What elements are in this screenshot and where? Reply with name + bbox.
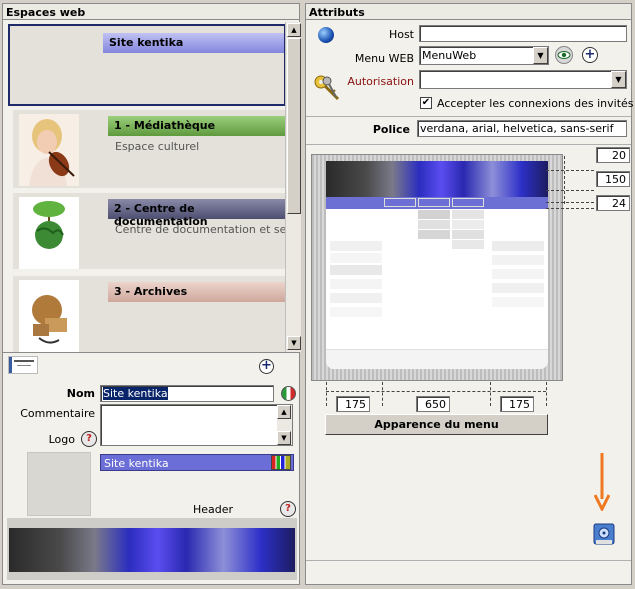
menu-appearance-button[interactable]: Apparence du menu <box>325 414 548 435</box>
web-spaces-panel-title: Espaces web <box>3 4 299 20</box>
preview-page <box>326 161 548 369</box>
comment-scroll-down[interactable]: ▼ <box>277 431 291 445</box>
list-item-mediatheque[interactable]: 1 - Médiathèque Espace culturel <box>13 110 287 188</box>
comment-scrollbar[interactable]: ▲ ▼ <box>277 405 292 445</box>
header-image-frame <box>7 518 297 580</box>
police-label: Police <box>372 123 410 136</box>
menu-web-select[interactable]: MenuWeb ▼ <box>419 46 549 65</box>
header-label: Header <box>192 503 233 516</box>
header-height-input[interactable]: 20 <box>596 147 630 163</box>
list-item-title: 1 - Médiathèque <box>108 116 287 136</box>
small-logo-preview <box>8 356 38 374</box>
chevron-down-icon[interactable]: ▼ <box>533 47 548 64</box>
comment-scroll-up[interactable]: ▲ <box>277 405 291 419</box>
guide-line <box>326 382 327 406</box>
list-item-centre-documentation[interactable]: 2 - Centre de documentation Centre de do… <box>13 193 287 269</box>
style-selector-value: Site kentika <box>104 457 169 470</box>
list-scrollbar[interactable]: ▲ ▼ <box>285 22 301 352</box>
list-item-subtitle: Espace culturel <box>115 140 200 153</box>
color-palette-icon[interactable] <box>271 455 291 470</box>
scroll-down-button[interactable]: ▼ <box>287 336 301 350</box>
divider <box>306 144 631 145</box>
arrow-down-icon <box>593 451 611 513</box>
globe-tree-thumbnail <box>19 197 79 269</box>
attributes-panel-title: Attributs <box>306 4 631 20</box>
commentaire-textarea[interactable]: ▲ ▼ <box>100 404 293 446</box>
center-width-input[interactable]: 650 <box>416 396 450 412</box>
header-help-icon[interactable]: ? <box>280 501 296 517</box>
list-item-title: 2 - Centre de documentation <box>108 199 287 228</box>
list-item-subtitle: Centre de documentation et service <box>115 223 287 236</box>
host-label: Host <box>388 28 414 41</box>
scroll-thumb[interactable] <box>287 38 301 214</box>
list-item-site-kentika[interactable]: Site kentika <box>8 24 286 106</box>
nom-label: Nom <box>66 387 95 400</box>
guest-checkbox[interactable]: ✔ <box>420 97 432 109</box>
list-item-title: Site kentika <box>103 33 284 53</box>
menu-web-label: Menu WEB <box>354 52 414 65</box>
logo-help-icon[interactable]: ? <box>81 431 97 447</box>
menu-web-select-value: MenuWeb <box>422 49 477 62</box>
police-input[interactable]: verdana, arial, helvetica, sans-serif <box>417 120 627 137</box>
guide-line <box>546 382 547 406</box>
guide-line <box>546 190 594 191</box>
left-column-width-input[interactable]: 175 <box>336 396 370 412</box>
scroll-up-button[interactable]: ▲ <box>287 23 301 37</box>
menu-height-input[interactable]: 24 <box>596 195 630 211</box>
style-selector[interactable]: Site kentika <box>100 454 294 471</box>
girl-violin-thumbnail <box>19 114 79 186</box>
host-input[interactable] <box>419 25 627 42</box>
web-spaces-panel: Espaces web Site kentika 1 - Médiathèque… <box>2 3 301 585</box>
preview-menu-bar <box>326 197 548 209</box>
menu-appearance-button-label: Apparence du menu <box>374 418 499 431</box>
language-flag-icon[interactable] <box>281 386 296 401</box>
menu-top-input[interactable]: 150 <box>596 171 630 187</box>
guide-line <box>326 391 546 392</box>
list-item-archives[interactable]: 3 - Archives <box>13 276 287 352</box>
menu-layout-preview <box>311 154 563 381</box>
nom-input-value: Site kentika <box>103 387 168 400</box>
guest-checkbox-label: Accepter les connexions des invités <box>437 97 634 110</box>
right-column-width-input[interactable]: 175 <box>500 396 534 412</box>
logo-preview-box <box>27 452 91 516</box>
autorisation-select[interactable] <box>419 70 627 89</box>
autorisation-dropdown-arrow[interactable]: ▼ <box>611 71 626 88</box>
attributes-panel: Attributs Host Menu WEB MenuWeb ▼ + Auto… <box>305 3 634 585</box>
keys-icon <box>312 73 342 103</box>
add-space-button[interactable]: + <box>259 359 274 374</box>
divider <box>306 560 631 561</box>
guide-line <box>382 382 383 406</box>
nom-input[interactable]: Site kentika <box>100 385 274 402</box>
list-item-title: 3 - Archives <box>108 282 287 302</box>
guide-line <box>490 382 491 406</box>
add-menu-button[interactable]: + <box>582 47 598 63</box>
commentaire-label: Commentaire <box>20 407 95 420</box>
save-disk-icon[interactable] <box>593 522 615 546</box>
globe-icon <box>318 27 334 43</box>
preview-header-image <box>326 161 548 197</box>
web-spaces-list: Site kentika 1 - Médiathèque Espace cult… <box>5 22 301 352</box>
guide-line <box>546 202 594 203</box>
logo-label: Logo <box>48 433 75 446</box>
archive-globe-thumbnail <box>19 280 79 352</box>
divider <box>3 352 299 353</box>
guide-line <box>546 208 594 209</box>
guide-line <box>546 170 594 171</box>
divider <box>306 116 631 117</box>
autorisation-label: Autorisation <box>347 75 414 88</box>
guide-line <box>564 156 565 204</box>
header-image <box>9 528 295 572</box>
eye-icon[interactable] <box>555 46 573 64</box>
